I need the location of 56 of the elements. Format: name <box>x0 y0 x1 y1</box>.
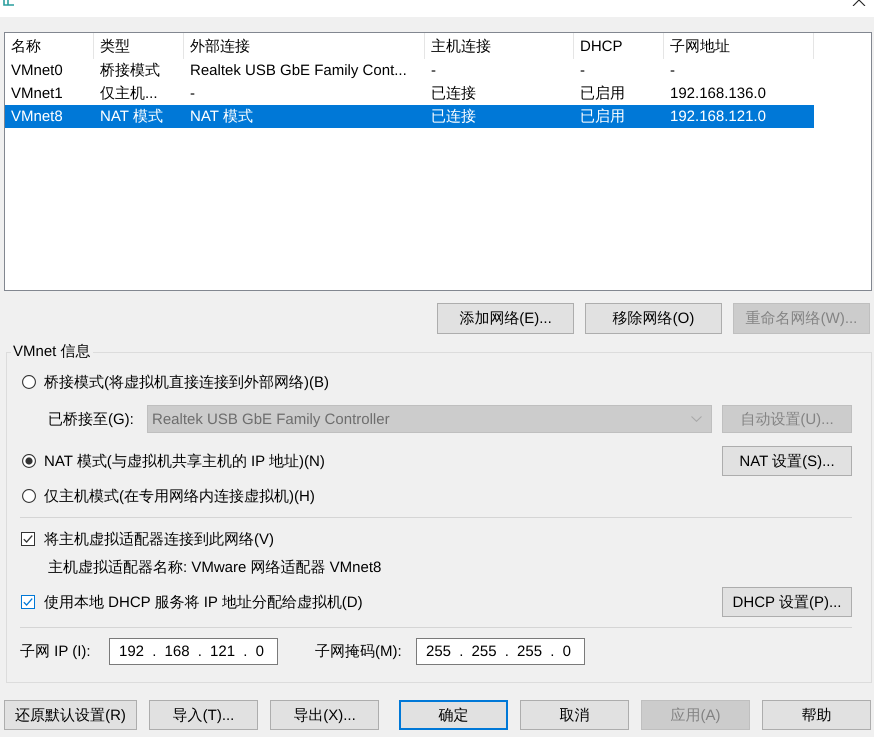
checkbox-label[interactable]: 使用本地 DHCP 服务将 IP 地址分配给虚拟机(D) <box>44 592 363 612</box>
subnet-mask-field[interactable]: 255 . 255 . 255 . 0 <box>416 638 585 664</box>
dialog-button[interactable]: 帮助 <box>762 700 871 730</box>
app-icon <box>3 0 15 6</box>
list-row[interactable]: VMnet8 NAT 模式 NAT 模式 已连接 已启用 192.168.121.0 <box>5 105 814 128</box>
list-cell-text: VMnet0 <box>10 61 64 81</box>
column-header[interactable]: 名称 <box>5 33 94 59</box>
list-cell-text: 已启用 <box>579 84 626 104</box>
radio-label[interactable]: NAT 模式(与虚拟机共享主机的 IP 地址)(N) <box>44 452 325 470</box>
field-label: 子网 IP (I): <box>20 642 92 660</box>
radio-button[interactable] <box>22 454 36 468</box>
list-cell-text: 192.168.136.0 <box>669 84 767 104</box>
settings-button[interactable]: NAT 设置(S)... <box>722 446 852 476</box>
adapter-name-text: 主机虚拟适配器名称: VMware 网络适配器 VMnet8 <box>48 558 382 576</box>
list-cell-text: - <box>189 84 196 104</box>
list-cell-text: VMnet1 <box>10 84 64 104</box>
checkbox-label[interactable]: 将主机虚拟适配器连接到此网络(V) <box>44 530 274 548</box>
list-row[interactable]: VMnet0 桥接模式 Realtek USB GbE Family Cont... - - - <box>5 59 814 82</box>
column-header[interactable]: 主机连接 <box>425 33 574 59</box>
list-row[interactable]: VMnet1 仅主机... - 已连接 已启用 192.168.136.0 <box>5 82 814 105</box>
list-cell-text: 已连接 <box>430 84 477 104</box>
subnet-ip-field[interactable]: 192 . 168 . 121 . 0 <box>109 638 278 664</box>
list-cell-text: 已启用 <box>579 107 626 127</box>
list-cell-text: - <box>669 61 676 81</box>
list-cell-text: VMnet8 <box>10 107 64 127</box>
radio-button[interactable] <box>22 375 36 389</box>
radio-label[interactable]: 仅主机模式(在专用网络内连接虚拟机)(H) <box>44 486 315 506</box>
dialog-button[interactable]: 导入(T)... <box>149 700 258 730</box>
field-label: 子网掩码(M): <box>315 642 403 660</box>
dialog-button[interactable]: 确定 <box>399 700 508 730</box>
column-header[interactable]: 外部连接 <box>184 33 425 59</box>
list-cell-text: - <box>430 61 437 81</box>
list-cell-text: Realtek USB GbE Family Cont... <box>189 61 408 81</box>
dialog-button[interactable]: 导出(X)... <box>270 700 379 730</box>
radio-button[interactable] <box>22 489 36 503</box>
list-action-button[interactable]: 移除网络(O) <box>585 303 722 334</box>
list-cell-text: 192.168.121.0 <box>669 107 767 127</box>
list-cell-text: NAT 模式 <box>99 107 164 127</box>
column-header[interactable]: 子网地址 <box>664 33 814 59</box>
list-cell-text: 仅主机... <box>99 84 159 104</box>
close-icon[interactable] <box>852 0 866 6</box>
list-cell-text: NAT 模式 <box>189 107 254 127</box>
column-header[interactable]: 类型 <box>94 33 184 59</box>
list-cell-text: - <box>579 61 586 81</box>
list-cell-text: 桥接模式 <box>99 61 161 81</box>
checkbox[interactable] <box>21 595 35 609</box>
list-action-button[interactable]: 添加网络(E)... <box>437 303 574 334</box>
dhcp-settings-button[interactable]: DHCP 设置(P)... <box>722 587 852 617</box>
dialog-button[interactable]: 取消 <box>520 700 629 730</box>
field-label: 已桥接至(G): <box>48 410 134 428</box>
dialog-button[interactable]: 还原默认设置(R) <box>4 700 137 730</box>
checkbox[interactable] <box>21 532 35 546</box>
chevron-down-icon <box>691 416 702 422</box>
column-header[interactable]: DHCP <box>574 33 664 59</box>
radio-label[interactable]: 桥接模式(将虚拟机直接连接到外部网络)(B) <box>44 372 329 392</box>
list-cell-text: 已连接 <box>430 107 477 127</box>
